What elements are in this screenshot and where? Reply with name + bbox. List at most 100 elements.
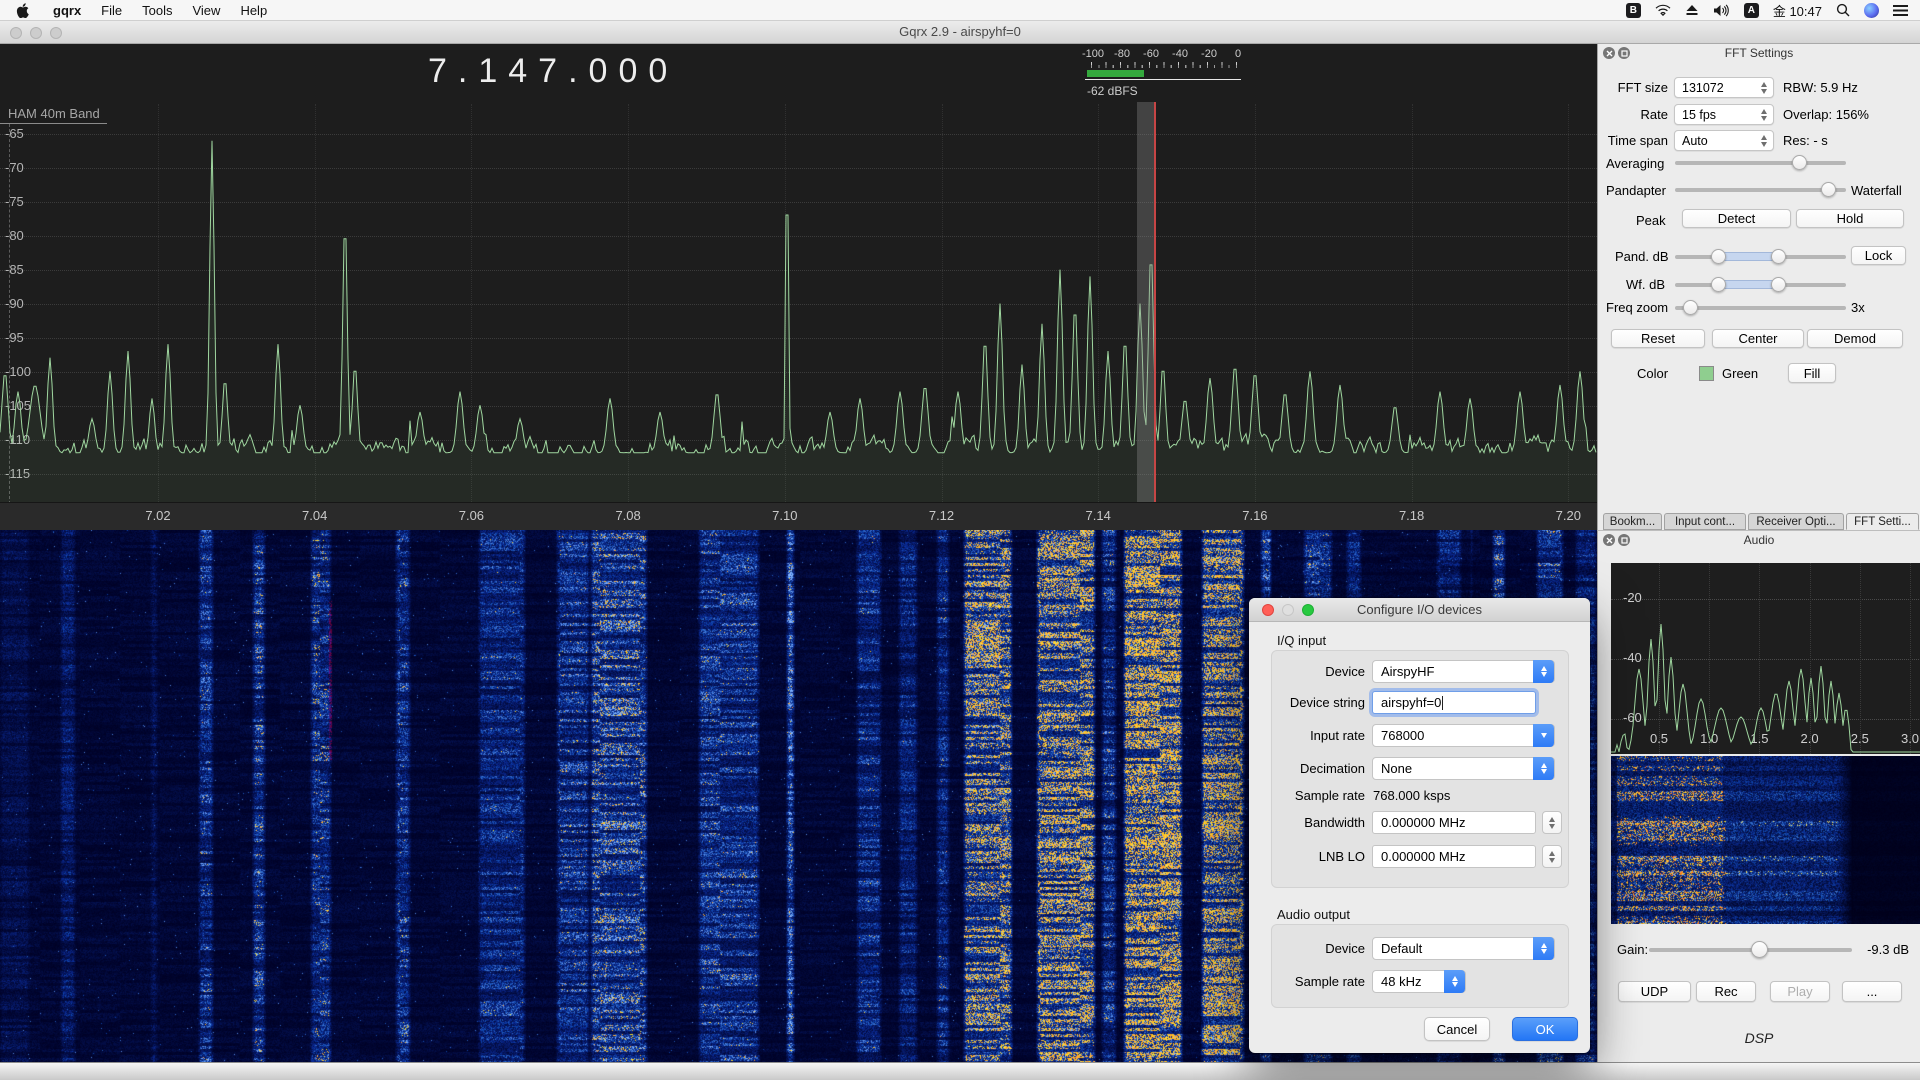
siri-icon[interactable] <box>1864 3 1879 18</box>
range-thumb-high[interactable] <box>1771 277 1786 292</box>
dialog-title-bar[interactable]: Configure I/O devices <box>1249 598 1590 622</box>
menu-help[interactable]: Help <box>230 0 277 21</box>
rec-button[interactable]: Rec <box>1696 981 1756 1002</box>
tab-fft-settings[interactable]: FFT Setti... <box>1846 513 1919 530</box>
out-device-label: Device <box>1249 941 1365 956</box>
x-axis-tick-label: 7.04 <box>302 508 327 523</box>
device-string-input[interactable]: airspyhf=0 <box>1372 691 1536 714</box>
panel-title: FFT Settings <box>1598 44 1920 62</box>
lock-button[interactable]: Lock <box>1851 246 1906 265</box>
demod-button[interactable]: Demod <box>1807 329 1903 348</box>
spectrum-trace[interactable] <box>0 104 1597 502</box>
range-thumb-high[interactable] <box>1771 249 1786 264</box>
audio-spectrum-plot[interactable]: -20-40-60 0.51.01.52.02.53.0 <box>1611 563 1920 754</box>
lnb-lo-input[interactable]: 0.000000 MHz <box>1372 845 1536 868</box>
meter-tick-label: -80 <box>1114 48 1130 60</box>
apple-menu[interactable] <box>0 0 43 21</box>
ok-button[interactable]: OK <box>1512 1017 1578 1041</box>
pandapter-spectrum[interactable]: 7.147.000 -100-80-60-40-200 -62 dBFS HAM… <box>0 44 1597 530</box>
fill-button[interactable]: Fill <box>1788 363 1836 383</box>
frequency-display[interactable]: 7.147.000 <box>428 52 678 91</box>
device-combo[interactable]: AirspyHF <box>1372 660 1555 683</box>
cancel-button[interactable]: Cancel <box>1424 1017 1490 1041</box>
freq-zoom-slider[interactable] <box>1675 306 1846 310</box>
pandapter-split-slider[interactable] <box>1675 188 1846 192</box>
dropdown-icon[interactable] <box>1533 724 1554 747</box>
gain-value: -9.3 dB <box>1853 942 1909 957</box>
rate-label: Rate <box>1598 107 1668 122</box>
freq-zoom-value: 3x <box>1851 300 1865 315</box>
averaging-slider[interactable] <box>1675 161 1846 165</box>
out-device-combo[interactable]: Default <box>1372 937 1555 960</box>
slider-thumb[interactable] <box>1683 300 1698 315</box>
meter-tick-label: -20 <box>1201 48 1217 60</box>
stepper-icon[interactable] <box>1758 133 1770 149</box>
x-axis-tick-label: 7.10 <box>772 508 797 523</box>
out-rate-combo[interactable]: 48 kHz <box>1372 970 1466 993</box>
menu-view[interactable]: View <box>182 0 230 21</box>
backblaze-icon[interactable]: B <box>1626 3 1641 18</box>
wf-db-range-slider[interactable] <box>1675 283 1846 287</box>
stepper-icon[interactable] <box>1533 660 1554 683</box>
menu-tools[interactable]: Tools <box>132 0 182 21</box>
stepper-icon[interactable] <box>1533 937 1554 960</box>
stepper-icon[interactable] <box>1444 970 1465 993</box>
bandwidth-stepper[interactable] <box>1542 811 1562 834</box>
center-button[interactable]: Center <box>1712 329 1804 348</box>
audio-panel: Audio -20-40-60 0.51.01.52.02.53.0 Gain:… <box>1597 530 1920 1062</box>
slider-thumb[interactable] <box>1792 155 1807 170</box>
spotlight-icon[interactable] <box>1836 3 1850 17</box>
x-axis-tick-label: 7.06 <box>459 508 484 523</box>
res-info: Res: - s <box>1783 133 1828 148</box>
play-button[interactable]: Play <box>1770 981 1830 1002</box>
input-rate-combo[interactable]: 768000 <box>1372 724 1555 747</box>
slider-thumb[interactable] <box>1821 182 1836 197</box>
pand-db-range-slider[interactable] <box>1675 255 1846 259</box>
window-title-bar[interactable]: Gqrx 2.9 - airspyhf=0 <box>0 21 1920 44</box>
reset-button[interactable]: Reset <box>1611 329 1705 348</box>
more-button[interactable]: ... <box>1842 981 1902 1002</box>
time-span-combo[interactable]: Auto <box>1674 130 1774 151</box>
decimation-combo[interactable]: None <box>1372 757 1555 780</box>
rbw-info: RBW: 5.9 Hz <box>1783 80 1858 95</box>
color-label: Color <box>1637 366 1668 381</box>
decimation-label: Decimation <box>1249 761 1365 776</box>
input-source-icon[interactable]: A <box>1744 3 1759 18</box>
eject-icon[interactable] <box>1685 4 1699 16</box>
stepper-icon[interactable] <box>1758 80 1770 96</box>
range-thumb-low[interactable] <box>1711 277 1726 292</box>
stepper-icon[interactable] <box>1533 757 1554 780</box>
volume-icon[interactable] <box>1713 4 1730 17</box>
device-string-label: Device string <box>1249 695 1365 710</box>
tab-input-controls[interactable]: Input cont... <box>1664 513 1746 530</box>
stepper-icon[interactable] <box>1758 107 1770 123</box>
fft-settings-panel: FFT Settings FFT size 131072 RBW: 5.9 Hz… <box>1597 44 1920 530</box>
rate-combo[interactable]: 15 fps <box>1674 104 1774 125</box>
wifi-icon[interactable] <box>1655 4 1671 16</box>
tab-receiver-options[interactable]: Receiver Opti... <box>1748 513 1844 530</box>
lnb-lo-stepper[interactable] <box>1542 845 1562 868</box>
x-axis-tick-label: 7.08 <box>615 508 640 523</box>
menu-file[interactable]: File <box>91 0 132 21</box>
color-swatch[interactable] <box>1699 366 1714 381</box>
udp-button[interactable]: UDP <box>1618 981 1691 1002</box>
notification-center-icon[interactable] <box>1893 5 1908 16</box>
range-thumb-low[interactable] <box>1711 249 1726 264</box>
audio-output-group-label: Audio output <box>1277 907 1350 922</box>
gain-slider[interactable] <box>1649 948 1852 952</box>
peak-detect-button[interactable]: Detect <box>1682 209 1791 228</box>
signal-meter-ticks <box>1091 62 1238 68</box>
bottom-edge <box>0 1062 1920 1080</box>
tab-bookmarks[interactable]: Bookm... <box>1603 513 1662 530</box>
fft-size-combo[interactable]: 131072 <box>1674 77 1774 98</box>
peak-hold-button[interactable]: Hold <box>1796 209 1904 228</box>
audio-waterfall[interactable] <box>1611 756 1920 924</box>
meter-tick-label: 0 <box>1235 48 1241 60</box>
bandwidth-input[interactable]: 0.000000 MHz <box>1372 811 1536 834</box>
menu-app-name[interactable]: gqrx <box>43 0 91 21</box>
menu-clock[interactable]: 金 10:47 <box>1773 1 1822 20</box>
slider-thumb[interactable] <box>1751 941 1768 958</box>
demod-tuning-line[interactable] <box>1154 102 1156 530</box>
x-axis-tick-label: 7.20 <box>1556 508 1581 523</box>
x-axis-tick-label: 7.16 <box>1242 508 1267 523</box>
